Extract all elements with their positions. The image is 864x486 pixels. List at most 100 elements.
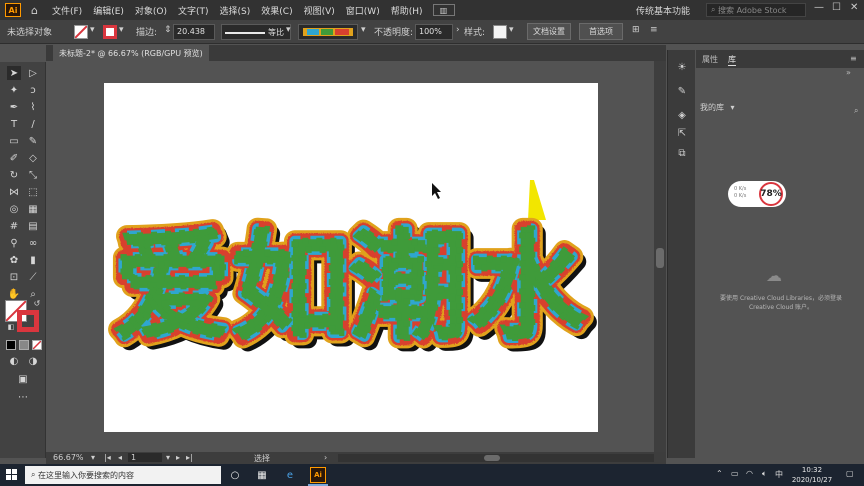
free-transform-tool-icon[interactable]: ⬚ — [26, 185, 40, 199]
screen-mode-icon[interactable]: ▣ — [16, 372, 30, 386]
scale-tool-icon[interactable]: ⤡ — [26, 168, 40, 182]
eyedropper-tool-icon[interactable]: ⚲ — [7, 236, 21, 250]
opacity-dropdown-icon[interactable]: › — [456, 25, 460, 35]
artboard[interactable] — [104, 83, 598, 432]
direct-selection-tool-icon[interactable]: ▷ — [26, 66, 40, 80]
mesh-tool-icon[interactable]: # — [7, 219, 21, 233]
magic-wand-tool-icon[interactable]: ✦ — [7, 83, 21, 97]
gradient-mode-button[interactable] — [19, 340, 29, 350]
stroke-proxy[interactable] — [17, 310, 39, 332]
paintbrush-tool-icon[interactable]: ✎ — [26, 134, 40, 148]
menu-file[interactable]: 文件(F) — [52, 4, 82, 17]
rotate-tool-icon[interactable]: ↻ — [7, 168, 21, 182]
draw-mode-icon[interactable]: ◐ — [7, 354, 21, 368]
brush-dropdown-icon[interactable]: ▾ — [361, 25, 366, 35]
menu-window[interactable]: 窗口(W) — [346, 4, 380, 17]
zoom-level-field[interactable]: 66.67% — [53, 453, 84, 462]
status-menu-icon[interactable]: › — [324, 453, 327, 462]
pen-tool-icon[interactable]: ✒ — [7, 100, 21, 114]
layers-panel-icon[interactable]: ◈ — [675, 108, 689, 122]
stroke-swatch[interactable] — [103, 25, 117, 39]
home-icon[interactable]: ⌂ — [31, 4, 38, 17]
color-mode-button[interactable] — [6, 340, 16, 350]
menu-edit[interactable]: 编辑(E) — [93, 4, 124, 17]
curvature-tool-icon[interactable]: ⌇ — [26, 100, 40, 114]
artboards-panel-icon[interactable]: ⧉ — [675, 146, 689, 160]
edit-toolbar-icon[interactable]: ⋯ — [16, 390, 30, 404]
taskbar-search-input[interactable]: ⌕ 在这里输入你要搜索的内容 — [25, 466, 221, 484]
default-fill-stroke-icon[interactable]: ◧ — [4, 320, 18, 334]
arrange-documents-icon[interactable]: ▥ — [432, 4, 455, 16]
artboard-dropdown-icon[interactable]: ▾ — [166, 453, 170, 462]
arrange-icon[interactable]: ⊞ — [632, 25, 640, 35]
document-setup-button[interactable]: 文档设置 — [527, 23, 571, 40]
notification-icon[interactable]: ▢ — [846, 469, 854, 478]
panel-collapse-icon[interactable]: » — [846, 68, 851, 77]
rectangle-tool-icon[interactable]: ▭ — [7, 134, 21, 148]
horizontal-scroll-thumb[interactable] — [484, 455, 500, 461]
taskbar-clock[interactable]: 10:32 2020/10/27 — [790, 465, 834, 485]
wifi-icon[interactable]: ◠ — [746, 469, 753, 478]
panel-menu-icon[interactable]: ≡ — [850, 54, 857, 63]
shape-builder-tool-icon[interactable]: ◎ — [7, 202, 21, 216]
document-tab[interactable]: 未标题-2* @ 66.67% (RGB/GPU 预览) — [53, 45, 209, 61]
prev-artboard-icon[interactable]: ◂ — [118, 453, 122, 462]
volume-icon[interactable]: 🔈︎ — [762, 469, 767, 479]
windows-start-icon[interactable] — [6, 469, 18, 481]
opacity-field[interactable]: 100% — [415, 24, 453, 40]
width-tool-icon[interactable]: ⋈ — [7, 185, 21, 199]
menu-effect[interactable]: 效果(C) — [261, 4, 292, 17]
last-artboard-icon[interactable]: ▸| — [186, 453, 193, 462]
gradient-tool-icon[interactable]: ▤ — [26, 219, 40, 233]
stroke-profile-dropdown-icon[interactable]: ▾ — [286, 25, 291, 35]
stroke-dropdown-icon[interactable]: ▾ — [119, 25, 124, 35]
control-menu-icon[interactable]: ≡ — [650, 25, 658, 35]
tab-libraries[interactable]: 库 — [728, 54, 736, 66]
zoom-dropdown-icon[interactable]: ▾ — [91, 453, 95, 462]
line-tool-icon[interactable]: / — [26, 117, 40, 131]
draw-inside-icon[interactable]: ◑ — [26, 354, 40, 368]
preferences-button[interactable]: 首选项 — [579, 23, 623, 40]
horizontal-scrollbar[interactable] — [338, 454, 654, 462]
ime-indicator[interactable]: 中 — [775, 469, 783, 480]
minimize-button[interactable]: — — [814, 2, 824, 13]
appearance-panel-icon[interactable]: ☀ — [675, 60, 689, 74]
fill-swatch[interactable] — [74, 25, 88, 39]
library-select[interactable]: 我的库 ▾ — [696, 102, 856, 116]
workspace-switcher[interactable]: 传统基本功能 — [636, 4, 690, 17]
blend-tool-icon[interactable]: ∞ — [26, 236, 40, 250]
next-artboard-icon[interactable]: ▸ — [176, 453, 180, 462]
task-manager-icon[interactable]: ▦ — [254, 467, 270, 483]
column-graph-tool-icon[interactable]: ▮ — [26, 253, 40, 267]
tray-expand-icon[interactable]: ⌃ — [716, 469, 723, 478]
task-view-icon[interactable]: ○ — [227, 467, 243, 483]
library-search-icon[interactable]: ⌕ — [854, 106, 858, 116]
export-panel-icon[interactable]: ⇱ — [675, 126, 689, 140]
lasso-tool-icon[interactable]: ↄ — [26, 83, 40, 97]
menu-help[interactable]: 帮助(H) — [391, 4, 423, 17]
brushes-panel-icon[interactable]: ✎ — [675, 84, 689, 98]
artboard-number-field[interactable]: 1 — [128, 453, 162, 462]
menu-type[interactable]: 文字(T) — [178, 4, 209, 17]
tab-properties[interactable]: 属性 — [702, 54, 718, 65]
live-paint-tool-icon[interactable]: ▦ — [26, 202, 40, 216]
menu-view[interactable]: 视图(V) — [304, 4, 335, 17]
symbol-sprayer-tool-icon[interactable]: ✿ — [7, 253, 21, 267]
edge-browser-icon[interactable]: e — [282, 467, 298, 483]
fill-dropdown-icon[interactable]: ▾ — [90, 25, 95, 35]
vertical-scrollbar[interactable] — [654, 61, 666, 452]
illustrator-taskbar-icon[interactable]: Ai — [310, 467, 326, 483]
swap-fill-stroke-icon[interactable]: ↺ — [30, 296, 44, 310]
brush-definition-select[interactable] — [298, 24, 358, 40]
type-tool-icon[interactable]: T — [7, 117, 21, 131]
hand-tool-icon[interactable]: ✋ — [7, 287, 21, 301]
selection-tool-icon[interactable]: ➤ — [7, 66, 21, 80]
stroke-weight-field[interactable]: 20.438 — [173, 24, 215, 40]
slice-tool-icon[interactable]: ⟋ — [26, 270, 40, 284]
close-button[interactable]: ✕ — [850, 2, 858, 13]
menu-select[interactable]: 选择(S) — [220, 4, 251, 17]
maximize-button[interactable]: ☐ — [832, 2, 841, 13]
stroke-stepper-icon[interactable]: ⇕ — [164, 25, 172, 35]
shaper-tool-icon[interactable]: ✐ — [7, 151, 21, 165]
eraser-tool-icon[interactable]: ◇ — [26, 151, 40, 165]
